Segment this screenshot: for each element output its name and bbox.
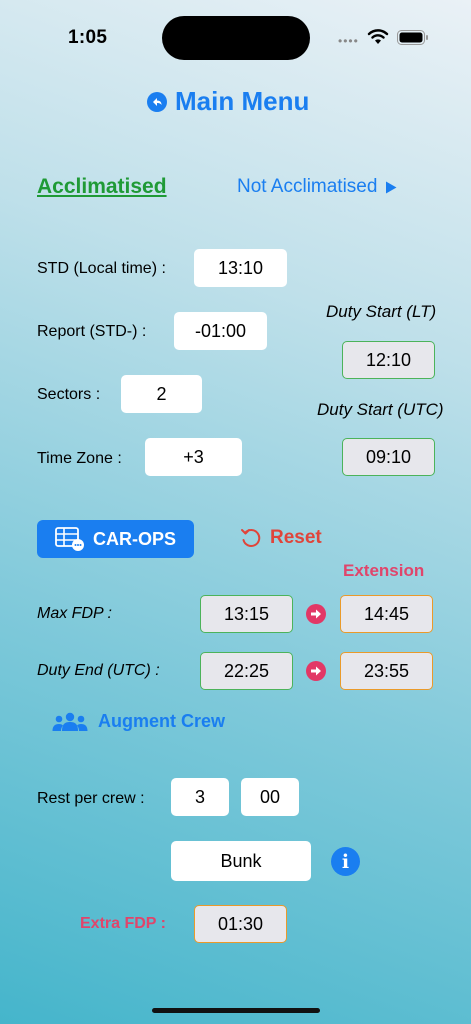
duty-end-value: 22:25 [200,652,293,690]
status-time: 1:05 [68,27,108,48]
table-icon [55,527,84,551]
duty-end-extension-value: 23:55 [340,652,433,690]
sectors-input[interactable]: 2 [121,375,202,413]
duty-start-lt-label: Duty Start (LT) [326,302,437,321]
rest-facility-selector[interactable]: Bunk [171,841,311,881]
dynamic-island [162,16,310,60]
duty-start-lt-value: 12:10 [342,341,435,379]
acclimatised-option[interactable]: Acclimatised [37,175,167,199]
std-input[interactable]: 13:10 [194,249,287,287]
main-menu-button[interactable]: Main Menu [147,86,309,117]
battery-icon [397,30,428,45]
timezone-label: Time Zone : [37,450,122,467]
duty-start-utc-label: Duty Start (UTC) [317,400,444,419]
wifi-icon [367,29,389,44]
not-acclimatised-option[interactable]: Not Acclimatised [237,176,397,198]
extra-fdp-label: Extra FDP : [80,915,166,932]
reset-icon [241,529,261,547]
duty-start-utc-value: 09:10 [342,438,435,476]
extra-fdp-value: 01:30 [194,905,287,943]
reset-label: Reset [270,527,322,548]
timezone-input[interactable]: +3 [145,438,242,476]
car-ops-button[interactable]: CAR-OPS [37,520,194,558]
duty-end-label: Duty End (UTC) : [37,662,160,679]
reset-button[interactable]: Reset [240,527,322,549]
report-label: Report (STD-) : [37,323,147,340]
augment-crew-button[interactable]: Augment Crew [52,711,225,732]
rest-hours-input[interactable]: 3 [171,778,229,816]
arrow-right-icon [306,661,326,681]
max-fdp-value: 13:15 [200,595,293,633]
sectors-label: Sectors : [37,386,101,403]
back-icon [147,91,167,112]
max-fdp-extension-value: 14:45 [340,595,433,633]
home-indicator[interactable] [152,1008,320,1013]
not-acclimatised-label: Not Acclimatised [237,176,378,197]
main-menu-label: Main Menu [175,86,310,116]
people-icon [52,712,88,731]
signal-icon: •••• [338,34,359,48]
rest-minutes-input[interactable]: 00 [241,778,299,816]
std-label: STD (Local time) : [37,260,166,277]
car-ops-label: CAR-OPS [92,528,176,549]
augment-crew-label: Augment Crew [98,711,226,731]
info-icon[interactable]: i [331,847,360,876]
play-icon [386,181,397,193]
rest-per-crew-label: Rest per crew : [37,790,145,807]
extension-heading: Extension [343,561,425,580]
arrow-right-icon [306,604,326,624]
report-input[interactable]: -01:00 [174,312,267,350]
max-fdp-label: Max FDP : [37,605,112,622]
